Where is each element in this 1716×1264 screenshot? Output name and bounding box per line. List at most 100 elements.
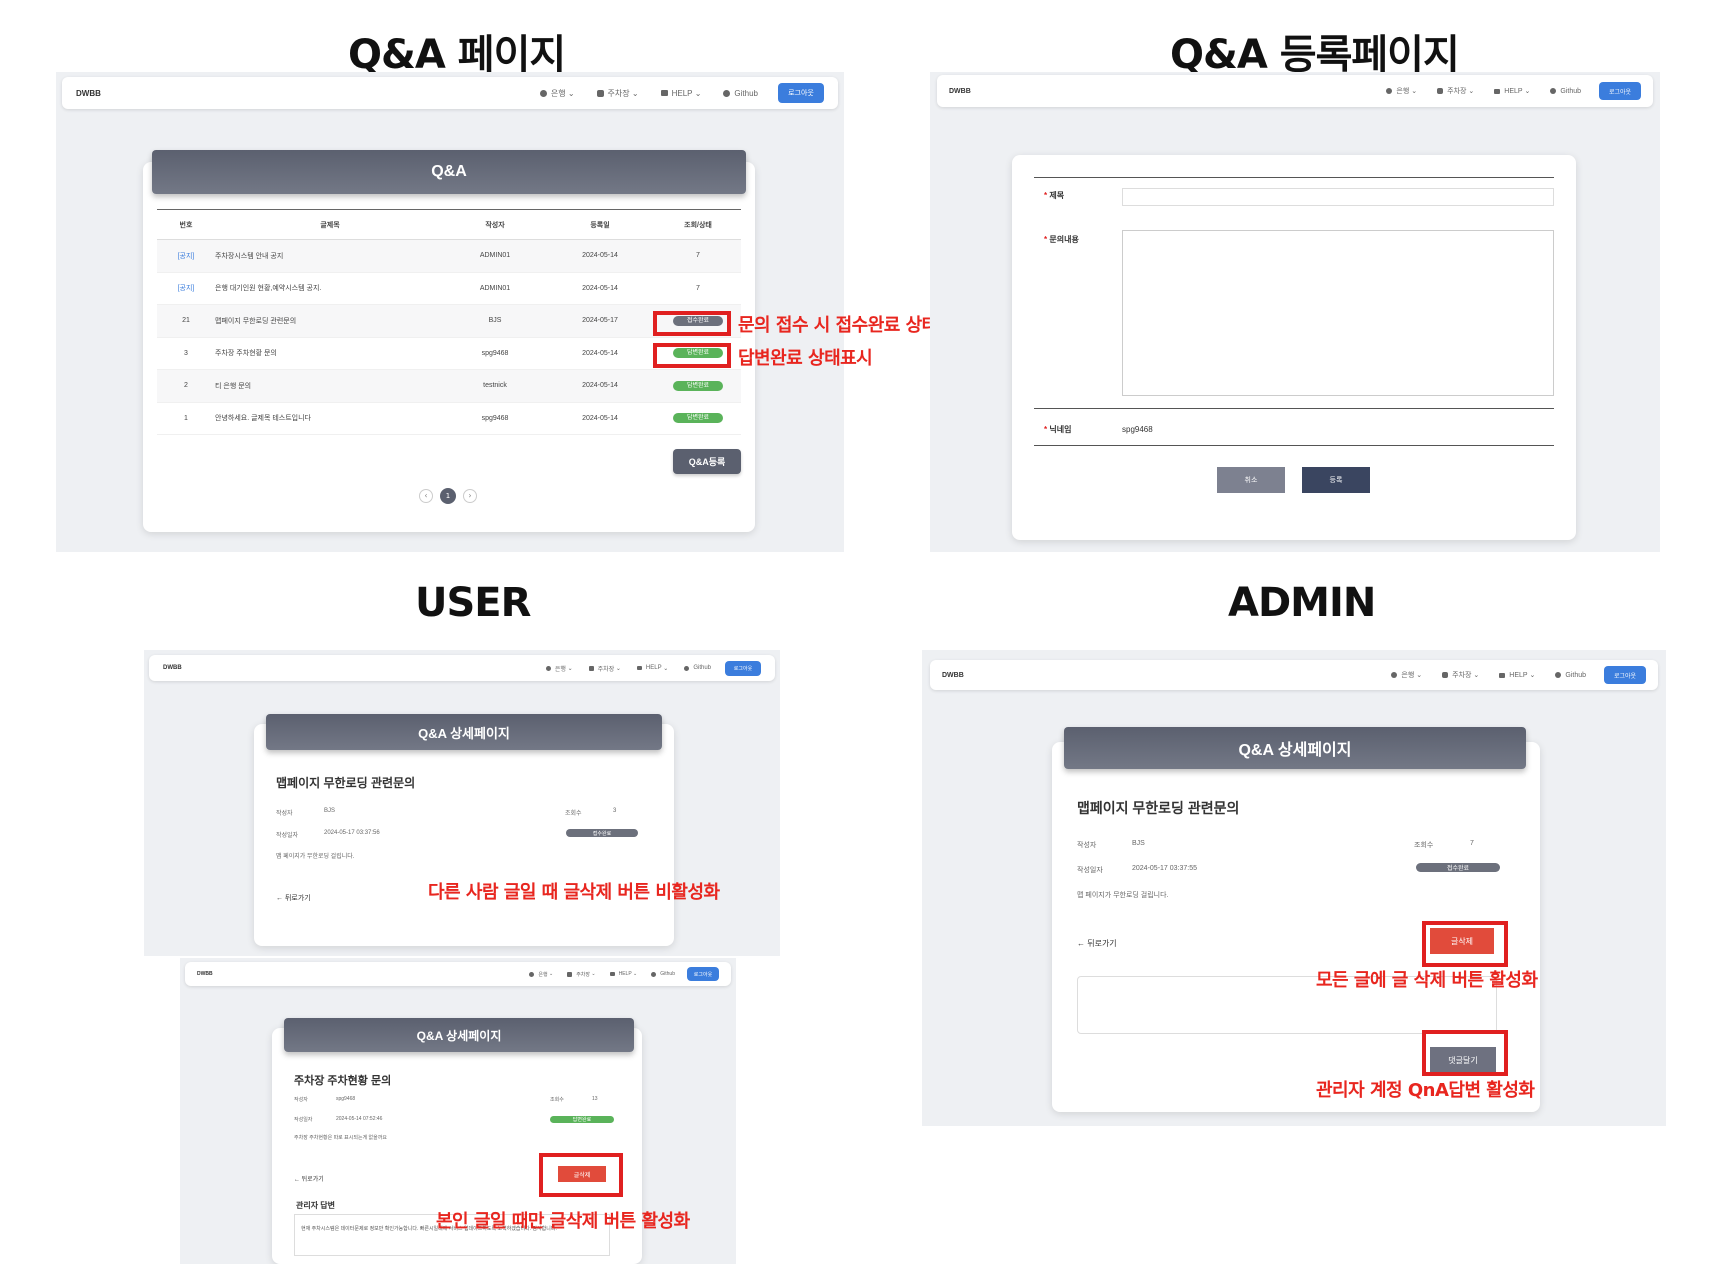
row-date: 2024-05-14 (545, 272, 655, 305)
annotation-delete-disabled: 다른 사람 글일 때 글삭제 버튼 비활성화 (428, 882, 720, 903)
row-title[interactable]: 안녕하세요. 글제목 테스트입니다 (215, 402, 445, 435)
col-no: 번호 (157, 209, 215, 240)
chat-icon (609, 972, 615, 976)
nav-help[interactable]: HELP ⌄ (660, 89, 701, 98)
nav-help[interactable]: HELP ⌄ (1499, 671, 1535, 679)
car-icon (588, 665, 594, 671)
row-title[interactable]: 맵페이지 무한로딩 관련문의 (215, 304, 445, 338)
github-icon (651, 971, 657, 977)
nav-github[interactable]: Github (651, 971, 675, 977)
status-badge: 답변완료 (673, 380, 723, 391)
row-author: spg9468 (445, 402, 545, 435)
author-value: spg9468 (336, 1096, 356, 1102)
navbar: DWBB 은행 ⌄ 주차장 ⌄ HELP ⌄ Github 로그아웃 (149, 655, 775, 681)
highlight-delete-own (539, 1153, 623, 1197)
nav-bank[interactable]: 은행 ⌄ (1386, 86, 1417, 96)
nav-bank[interactable]: 은행 ⌄ (1391, 670, 1422, 680)
logout-button[interactable]: 로그아웃 (778, 83, 824, 103)
detail-header: Q&A 상세페이지 (266, 714, 662, 750)
qa-register-button[interactable]: Q&A등록 (673, 449, 741, 474)
nav-bank[interactable]: 은행 ⌄ (545, 664, 573, 673)
date-label: 작성일자 (294, 1117, 313, 1123)
navbar: DWBB 은행 ⌄ 주차장 ⌄ HELP ⌄ Github 로그아웃 (185, 962, 731, 986)
detail-header: Q&A 상세페이지 (1064, 727, 1526, 769)
nav-help[interactable]: HELP ⌄ (609, 971, 637, 977)
row-author: ADMIN01 (445, 239, 545, 273)
next-page-button[interactable]: › (463, 489, 477, 503)
nav-parking[interactable]: 주차장 ⌄ (567, 971, 596, 978)
row-date: 2024-05-14 (545, 239, 655, 273)
logout-button[interactable]: 로그아웃 (725, 660, 761, 676)
chat-icon (660, 90, 668, 96)
logout-button[interactable]: 로그아웃 (1599, 82, 1641, 100)
table-row[interactable]: 1 안녕하세요. 글제목 테스트입니다 spg9468 2024-05-14 답… (157, 402, 741, 435)
row-author: BJS (445, 304, 545, 338)
brand-logo[interactable]: DWBB (949, 88, 971, 95)
brand-logo[interactable]: DWBB (76, 89, 101, 98)
navbar: DWBB 은행 ⌄ 주차장 ⌄ HELP ⌄ Github 로그아웃 (930, 660, 1658, 690)
views-label: 조회수 (1414, 842, 1434, 849)
table-row[interactable]: 2 티 은행 문의 testnick 2024-05-14 답변완료 (157, 369, 741, 403)
nav-help[interactable]: HELP ⌄ (1494, 87, 1530, 95)
row-status: 답변완료 (655, 369, 741, 403)
nav-parking[interactable]: 주차장 ⌄ (1442, 670, 1479, 680)
nav-bank[interactable]: 은행 ⌄ (539, 88, 575, 99)
logout-button[interactable]: 로그아웃 (1604, 666, 1646, 684)
author-label: 작성자 (1077, 842, 1097, 849)
nav-parking[interactable]: 주차장 ⌄ (588, 664, 621, 673)
content-textarea[interactable] (1122, 230, 1554, 396)
bank-icon (545, 665, 551, 671)
chat-icon (1499, 672, 1506, 678)
nav-parking[interactable]: 주차장 ⌄ (596, 88, 639, 99)
row-title[interactable]: 티 은행 문의 (215, 369, 445, 403)
nav-parking[interactable]: 주차장 ⌄ (1437, 86, 1474, 96)
back-link[interactable]: ← 뒤로가기 (294, 1174, 324, 1183)
submit-button[interactable]: 등록 (1302, 467, 1370, 493)
page-button-current[interactable]: 1 (440, 488, 456, 504)
github-icon (684, 665, 690, 671)
logout-button[interactable]: 로그아웃 (687, 967, 719, 981)
status-badge: 접수완료 (1416, 863, 1500, 872)
admin-answer-label: 관리자 답변 (296, 1201, 336, 1210)
row-status: 7 (655, 239, 741, 273)
bank-icon (529, 971, 535, 977)
row-no: 2 (157, 369, 215, 403)
row-status: 7 (655, 272, 741, 305)
title-input[interactable] (1122, 188, 1554, 206)
post-content: 주차장 주차현황은 따로 표시되는게 없을까요 (294, 1135, 387, 1141)
row-title[interactable]: 은행 대기인원 현황,예약시스템 공지. (215, 272, 445, 305)
brand-logo[interactable]: DWBB (163, 665, 182, 671)
github-icon (1555, 672, 1562, 678)
form-bottom-divider (1034, 445, 1554, 446)
row-status: 답변완료 (655, 402, 741, 435)
row-no: 1 (157, 402, 215, 435)
table-row[interactable]: [공지] 은행 대기인원 현황,예약시스템 공지. ADMIN01 2024-0… (157, 272, 741, 305)
author-label: 작성자 (294, 1097, 308, 1103)
nav-github[interactable]: Github (1555, 672, 1586, 679)
nav-github[interactable]: Github (723, 89, 758, 98)
bank-icon (539, 89, 547, 97)
row-title[interactable]: 주차장시스템 안내 공지 (215, 239, 445, 273)
post-title: 맵페이지 무한로딩 관련문의 (276, 776, 416, 790)
qa-register-screenshot: DWBB 은행 ⌄ 주차장 ⌄ HELP ⌄ Github 로그아웃 * 제목 … (930, 72, 1660, 552)
brand-logo[interactable]: DWBB (942, 672, 964, 679)
nav-github[interactable]: Github (684, 665, 711, 671)
col-status: 조회/상태 (655, 209, 741, 240)
row-title[interactable]: 주차장 주차현황 문의 (215, 337, 445, 370)
back-link[interactable]: ← 뒤로가기 (1077, 938, 1117, 949)
bank-icon (1386, 88, 1393, 94)
nav-help[interactable]: HELP ⌄ (636, 665, 668, 672)
post-content: 맵 페이지가 무한로딩 걸립니다. (1077, 892, 1169, 899)
nav-github[interactable]: Github (1550, 88, 1581, 95)
row-date: 2024-05-14 (545, 402, 655, 435)
row-author: ADMIN01 (445, 272, 545, 305)
car-icon (567, 971, 573, 977)
table-row[interactable]: [공지] 주차장시스템 안내 공지 ADMIN01 2024-05-14 7 (157, 239, 741, 273)
car-icon (596, 89, 604, 97)
nav-bank[interactable]: 은행 ⌄ (529, 971, 553, 978)
back-link[interactable]: ← 뒤로가기 (276, 893, 311, 903)
col-date: 등록일 (545, 209, 655, 240)
brand-logo[interactable]: DWBB (197, 971, 213, 977)
cancel-button[interactable]: 취소 (1217, 467, 1285, 493)
prev-page-button[interactable]: ‹ (419, 489, 433, 503)
